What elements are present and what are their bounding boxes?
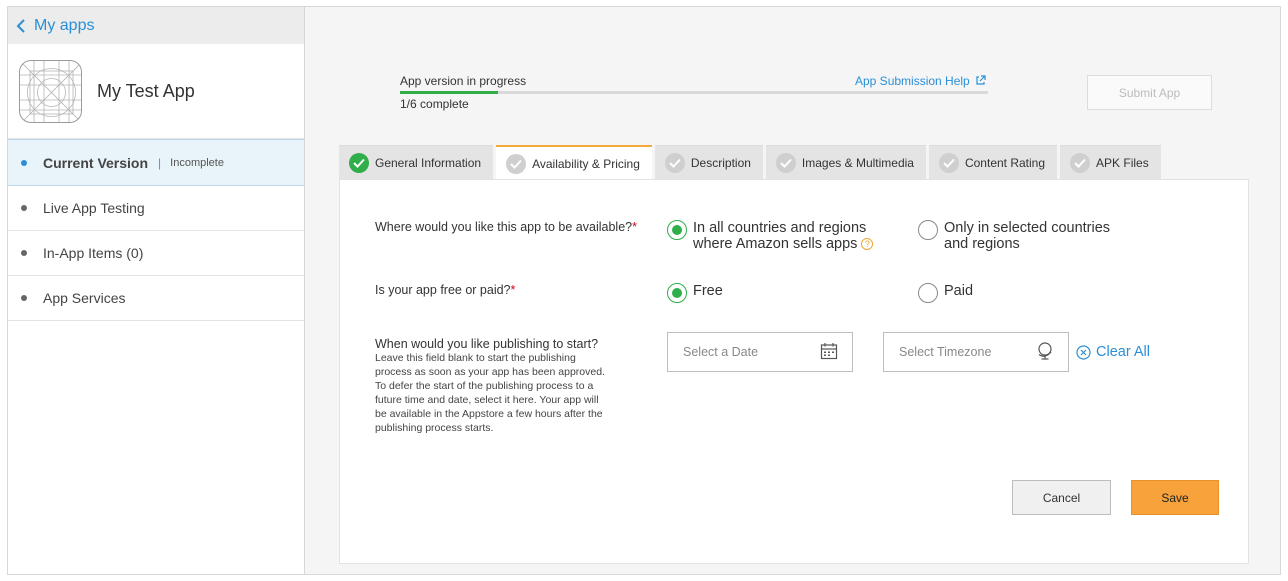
- publishing-question: When would you like publishing to start?: [375, 337, 599, 351]
- progress-fill: [400, 91, 498, 94]
- bullet-icon: [21, 205, 27, 211]
- calendar-icon[interactable]: [820, 342, 838, 360]
- tab-general-information[interactable]: General Information: [339, 145, 494, 180]
- availability-question: Where would you like this app to be avai…: [375, 220, 637, 234]
- clear-all-link[interactable]: Clear All: [1076, 344, 1150, 360]
- bullet-icon: [21, 250, 27, 256]
- radio-all-countries[interactable]: In all countries and regions where Amazon…: [667, 220, 874, 252]
- radio-label-line1: Only in selected countries: [944, 220, 1111, 236]
- help-icon[interactable]: ?: [861, 238, 874, 251]
- check-icon: [664, 153, 685, 173]
- check-icon: [775, 153, 796, 173]
- required-mark: *: [632, 220, 637, 234]
- bullet-icon: [21, 159, 27, 166]
- bullet-icon: [21, 295, 27, 301]
- tab-bar: General Information Availability & Prici…: [339, 145, 1164, 181]
- tab-label: Description: [690, 156, 751, 170]
- tab-content-rating[interactable]: Content Rating: [928, 145, 1058, 180]
- help-link-label: App Submission Help: [855, 74, 970, 88]
- radio-label-line2: where Amazon sells apps: [693, 236, 858, 252]
- clear-all-label: Clear All: [1096, 344, 1150, 360]
- tab-label: Images & Multimedia: [801, 156, 914, 170]
- check-icon: [1070, 153, 1091, 173]
- date-placeholder: Select a Date: [683, 345, 759, 359]
- date-picker-input[interactable]: Select a Date: [667, 332, 853, 372]
- check-icon: [349, 153, 369, 173]
- app-placeholder-icon: [19, 59, 82, 123]
- sidebar-item-live-app-testing[interactable]: Live App Testing: [8, 186, 304, 231]
- sidebar-item-app-services[interactable]: App Services: [8, 276, 304, 321]
- tab-label: General Information: [375, 156, 482, 170]
- cancel-button[interactable]: Cancel: [1012, 480, 1111, 515]
- question-text: Is your app free or paid?: [375, 283, 511, 297]
- radio-label: Only in selected countries and regions: [944, 220, 1110, 252]
- radio-button[interactable]: [667, 283, 687, 303]
- tab-availability-pricing[interactable]: Availability & Pricing: [496, 145, 652, 181]
- tab-label: APK Files: [1096, 156, 1149, 170]
- tab-apk-files[interactable]: APK Files: [1060, 145, 1161, 180]
- app-header: My Test App: [8, 44, 304, 139]
- tab-images-multimedia[interactable]: Images & Multimedia: [765, 145, 926, 180]
- check-icon: [506, 154, 527, 174]
- publishing-hint: Leave this field blank to start the publ…: [375, 352, 605, 434]
- back-to-my-apps-link[interactable]: My apps: [8, 7, 304, 44]
- chevron-left-icon: [16, 18, 25, 33]
- question-text: Where would you like this app to be avai…: [375, 220, 633, 234]
- tab-label: Content Rating: [964, 156, 1046, 170]
- availability-pricing-panel: Where would you like this app to be avai…: [339, 179, 1249, 564]
- timezone-placeholder: Select Timezone: [899, 345, 992, 359]
- check-icon: [938, 153, 959, 173]
- radio-label-line2: and regions: [944, 236, 1020, 252]
- app-window: My apps My Test App Current Version | In…: [7, 6, 1281, 575]
- sidebar-item-in-app-items[interactable]: In-App Items (0): [8, 231, 304, 276]
- app-name: My Test App: [97, 80, 195, 101]
- radio-free[interactable]: Free: [667, 283, 723, 303]
- radio-paid[interactable]: Paid: [918, 283, 973, 303]
- radio-button[interactable]: [667, 220, 687, 240]
- radio-label: Paid: [944, 283, 974, 299]
- sidebar-item-label: Current Version: [43, 154, 149, 171]
- radio-label: In all countries and regions where Amazon…: [693, 220, 874, 252]
- external-link-icon: [976, 75, 986, 85]
- sidebar-item-label: Live App Testing: [43, 200, 145, 216]
- status-badge: Incomplete: [170, 156, 224, 169]
- radio-label-line1: In all countries and regions: [693, 220, 867, 236]
- back-label: My apps: [34, 16, 95, 34]
- submit-app-button[interactable]: Submit App: [1087, 75, 1212, 110]
- radio-selected-countries[interactable]: Only in selected countries and regions: [918, 220, 1110, 252]
- sidebar-item-label: App Services: [43, 290, 126, 306]
- radio-button[interactable]: [918, 220, 938, 240]
- sidebar-item-current-version[interactable]: Current Version | Incomplete: [8, 139, 304, 186]
- tab-description[interactable]: Description: [654, 145, 763, 180]
- progress-count: 1/6 complete: [400, 97, 469, 111]
- sidebar: My apps My Test App Current Version | In…: [8, 7, 305, 574]
- pricing-question: Is your app free or paid?*: [375, 283, 515, 297]
- app-submission-help-link[interactable]: App Submission Help: [855, 74, 986, 88]
- save-button[interactable]: Save: [1131, 480, 1219, 515]
- clear-circle-icon: [1076, 344, 1091, 360]
- tab-label: Availability & Pricing: [532, 157, 640, 171]
- radio-button[interactable]: [918, 283, 938, 303]
- globe-icon[interactable]: [1036, 342, 1054, 360]
- progress-bar: [400, 91, 988, 94]
- timezone-select[interactable]: Select Timezone: [883, 332, 1069, 372]
- radio-label: Free: [693, 283, 723, 299]
- separator: |: [158, 155, 162, 170]
- required-mark: *: [510, 283, 516, 297]
- sidebar-item-label: In-App Items (0): [43, 245, 144, 261]
